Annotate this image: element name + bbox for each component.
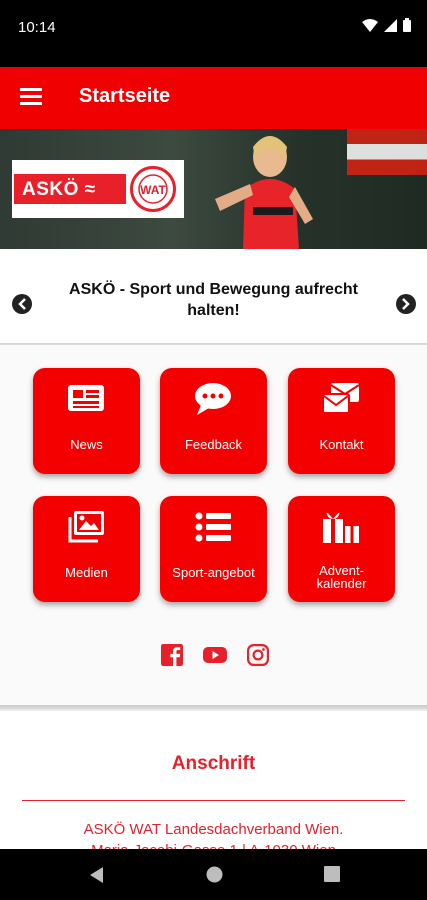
tile-news[interactable]: News bbox=[33, 368, 140, 474]
chat-bubble-icon bbox=[195, 383, 231, 415]
tile-sportangebot[interactable]: Sport-angebot bbox=[160, 496, 267, 602]
tile-label: Feedback bbox=[184, 437, 243, 452]
home-icon[interactable] bbox=[206, 866, 223, 883]
athlete-photo bbox=[215, 136, 313, 249]
status-time: 10:14 bbox=[18, 19, 56, 36]
flag-background bbox=[347, 129, 427, 175]
svg-text:WAT: WAT bbox=[140, 183, 166, 197]
news-carousel: ASKÖ - Sport und Bewegung aufrecht halte… bbox=[0, 249, 427, 345]
status-icons bbox=[362, 18, 411, 32]
page-title: Startseite bbox=[79, 85, 171, 107]
tile-medien[interactable]: Medien bbox=[33, 496, 140, 602]
facebook-icon[interactable] bbox=[161, 644, 183, 666]
address-line-1: ASKÖ WAT Landesdachverband Wien. bbox=[83, 821, 344, 838]
wifi-icon bbox=[362, 18, 378, 32]
carousel-next-button[interactable] bbox=[396, 294, 416, 314]
signal-icon bbox=[384, 18, 397, 32]
status-bar: 10:14 bbox=[0, 0, 427, 67]
tile-adventkalender[interactable]: Advent- kalender bbox=[288, 496, 395, 602]
instagram-icon[interactable] bbox=[247, 644, 269, 666]
tile-label: Medien bbox=[65, 565, 108, 580]
list-icon bbox=[195, 512, 231, 542]
battery-icon bbox=[403, 18, 411, 32]
recents-icon[interactable] bbox=[324, 866, 340, 882]
chevron-left-icon bbox=[18, 298, 26, 310]
wat-logo: WAT bbox=[130, 166, 176, 212]
newspaper-icon bbox=[68, 385, 104, 411]
main-content: ASKÖ - Sport und Bewegung aufrecht halte… bbox=[0, 249, 427, 859]
hero-banner: ASKÖ ≈ WAT bbox=[0, 129, 427, 249]
tile-label: Advent- kalender bbox=[316, 563, 367, 591]
gift-icon bbox=[323, 512, 359, 543]
tile-label: Sport-angebot bbox=[172, 565, 255, 580]
carousel-prev-button[interactable] bbox=[12, 294, 32, 314]
app-bar: Startseite bbox=[0, 67, 427, 129]
envelopes-icon bbox=[322, 383, 360, 414]
tile-label: News bbox=[70, 437, 103, 452]
chevron-right-icon bbox=[402, 298, 410, 310]
tile-label: Kontakt bbox=[319, 437, 364, 452]
tile-kontakt[interactable]: Kontakt bbox=[288, 368, 395, 474]
askoe-logo: ASKÖ ≈ bbox=[14, 174, 126, 204]
askoe-wat-logo: ASKÖ ≈ WAT bbox=[12, 160, 184, 218]
back-icon[interactable] bbox=[88, 866, 104, 884]
hamburger-menu-icon[interactable] bbox=[20, 88, 42, 106]
youtube-icon[interactable] bbox=[203, 644, 227, 666]
carousel-text: ASKÖ - Sport und Bewegung aufrecht halte… bbox=[69, 281, 358, 319]
address-title: Anschrift bbox=[171, 753, 256, 774]
system-nav-bar bbox=[0, 849, 427, 900]
address-card: Anschrift ASKÖ WAT Landesdachverband Wie… bbox=[0, 711, 427, 859]
images-icon bbox=[68, 511, 104, 543]
address-divider bbox=[22, 800, 405, 801]
tile-feedback[interactable]: Feedback bbox=[160, 368, 267, 474]
